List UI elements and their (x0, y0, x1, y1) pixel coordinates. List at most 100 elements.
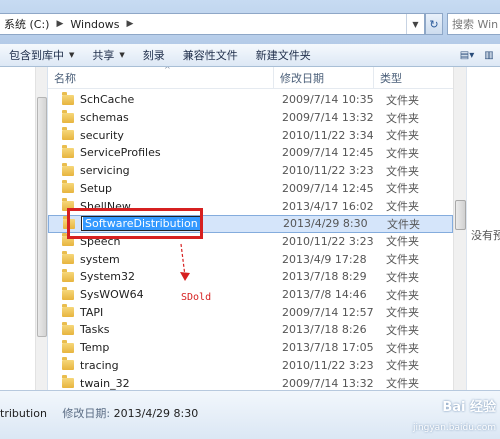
file-name: ServiceProfiles (80, 146, 161, 160)
table-row[interactable]: SysWOW64 2013/7/8 14:46 文件夹 (48, 286, 453, 304)
command-toolbar: 包含到库中 ▼ 共享 ▼ 刻录 兼容性文件 新建文件夹 ▤▾ ▥ (0, 44, 500, 67)
table-row[interactable]: servicing 2010/11/22 3:23 文件夹 (48, 162, 453, 180)
folder-icon (62, 180, 74, 194)
include-library-label: 包含到库中 (9, 49, 64, 62)
file-date: 2009/7/14 12:45 (282, 146, 374, 160)
file-type: 文件夹 (386, 164, 419, 178)
folder-icon (62, 304, 74, 318)
chevron-down-icon: ▼ (119, 51, 125, 59)
search-input[interactable]: 搜索 Win (447, 13, 500, 35)
compat-files-button[interactable]: 兼容性文件 (174, 44, 247, 66)
rename-input[interactable]: SoftwareDistribution (81, 216, 202, 232)
table-row[interactable]: system 2013/4/9 17:28 文件夹 (48, 250, 453, 268)
table-row[interactable]: tracing 2010/11/22 3:23 文件夹 (48, 357, 453, 375)
file-type: 文件夹 (386, 129, 419, 143)
file-list-scrollbar[interactable] (453, 67, 466, 390)
file-name: TAPI (80, 305, 104, 319)
file-date: 2009/7/14 12:45 (282, 181, 374, 195)
folder-icon (62, 233, 74, 247)
include-library-button[interactable]: 包含到库中 ▼ (0, 44, 83, 66)
column-date[interactable]: 修改日期 (274, 67, 374, 89)
rename-selected-text: SoftwareDistribution (83, 217, 200, 231)
address-bar[interactable]: 系统 (C:) ▶ Windows ▶ ▼ (0, 13, 425, 35)
file-type: 文件夹 (386, 182, 419, 196)
table-row[interactable]: schemas 2009/7/14 13:32 文件夹 (48, 109, 453, 127)
file-type: 文件夹 (386, 288, 419, 302)
folder-icon (62, 268, 74, 282)
file-type: 文件夹 (386, 146, 419, 160)
address-dropdown-icon[interactable]: ▼ (406, 14, 424, 34)
preview-pane-icon[interactable]: ▥ (478, 44, 500, 66)
folder-icon (62, 321, 74, 335)
file-date: 2013/4/29 8:30 (283, 217, 368, 231)
table-row[interactable]: security 2010/11/22 3:34 文件夹 (48, 126, 453, 144)
file-type: 文件夹 (386, 377, 419, 390)
folder-icon (62, 127, 74, 141)
details-info: tribution 修改日期: 2013/4/29 8:30 (0, 405, 198, 421)
table-row-selected[interactable]: SoftwareDistribution 2013/4/29 8:30 文件夹 (48, 214, 453, 233)
file-type: 文件夹 (386, 200, 419, 214)
file-date: 2009/7/14 13:32 (282, 111, 374, 125)
folder-icon (62, 109, 74, 123)
breadcrumb-windows[interactable]: Windows (66, 14, 123, 34)
file-type: 文件夹 (386, 235, 419, 249)
folder-icon (62, 198, 74, 212)
column-type[interactable]: 类型 (374, 67, 453, 89)
file-list: 名称 ^ 修改日期 类型 SchCache 2009/7/14 10:35 文件… (48, 67, 453, 390)
file-date: 2013/4/17 16:02 (282, 199, 374, 213)
details-pane: tribution 修改日期: 2013/4/29 8:30 Bai 经验 ji… (0, 390, 500, 439)
table-row[interactable]: TAPI 2009/7/14 12:57 文件夹 (48, 303, 453, 321)
nav-scrollbar[interactable] (35, 67, 47, 390)
file-list-scrollbar-thumb[interactable] (455, 200, 466, 230)
table-row[interactable]: Speech 2010/11/22 3:23 文件夹 (48, 233, 453, 251)
table-row[interactable]: ShellNew 2013/4/17 16:02 文件夹 (48, 197, 453, 215)
file-name: System32 (80, 270, 136, 284)
file-name: Temp (80, 341, 110, 355)
column-name-label: 名称 (54, 72, 76, 85)
column-name[interactable]: 名称 ^ (48, 67, 274, 89)
file-name: SysWOW64 (80, 288, 144, 302)
file-name: Setup (80, 181, 113, 195)
share-label: 共享 (92, 49, 115, 62)
file-name: system (80, 252, 120, 266)
file-date: 2010/11/22 3:23 (282, 234, 374, 248)
preview-pane: 没有预 (466, 67, 500, 390)
folder-icon (62, 144, 74, 158)
file-date: 2013/7/18 8:26 (282, 323, 367, 337)
folder-icon (63, 215, 75, 229)
file-date: 2013/7/8 14:46 (282, 288, 367, 302)
table-row[interactable]: Temp 2013/7/18 17:05 文件夹 (48, 339, 453, 357)
file-name: Tasks (80, 323, 110, 337)
file-type: 文件夹 (386, 111, 419, 125)
new-folder-button[interactable]: 新建文件夹 (247, 44, 320, 66)
file-date: 2013/4/9 17:28 (282, 252, 367, 266)
file-type: 文件夹 (386, 323, 419, 337)
share-button[interactable]: 共享 ▼ (83, 44, 133, 66)
table-row[interactable]: twain_32 2009/7/14 13:32 文件夹 (48, 374, 453, 390)
breadcrumb-separator-icon[interactable]: ▶ (124, 14, 137, 34)
table-row[interactable]: Tasks 2013/7/18 8:26 文件夹 (48, 321, 453, 339)
compat-files-label: 兼容性文件 (182, 49, 238, 62)
file-date: 2009/7/14 12:57 (282, 305, 374, 319)
file-type: 文件夹 (386, 359, 419, 373)
table-row[interactable]: Setup 2009/7/14 12:45 文件夹 (48, 180, 453, 198)
watermark-logo: Bai 经验 (442, 400, 496, 415)
file-name: schemas (80, 111, 129, 125)
refresh-icon[interactable]: ↻ (425, 13, 443, 35)
table-row[interactable]: SchCache 2009/7/14 10:35 文件夹 (48, 91, 453, 109)
view-options-icon[interactable]: ▤▾ (456, 44, 478, 66)
file-date: 2013/7/18 17:05 (282, 341, 374, 355)
details-filename: tribution (0, 407, 47, 420)
details-date-value: 2013/4/29 8:30 (113, 407, 199, 420)
table-row[interactable]: ServiceProfiles 2009/7/14 12:45 文件夹 (48, 144, 453, 162)
breadcrumb-drive[interactable]: 系统 (C:) (0, 14, 53, 34)
file-type: 文件夹 (386, 93, 419, 107)
details-date-label: 修改日期: (62, 407, 111, 420)
nav-scrollbar-thumb[interactable] (37, 97, 47, 337)
table-row[interactable]: System32 2013/7/18 8:29 文件夹 (48, 268, 453, 286)
breadcrumb-separator-icon[interactable]: ▶ (53, 14, 66, 34)
burn-button[interactable]: 刻录 (134, 44, 174, 66)
file-type: 文件夹 (386, 270, 419, 284)
watermark-url: jingyan.baidu.com (412, 423, 496, 433)
file-name: tracing (80, 358, 119, 372)
